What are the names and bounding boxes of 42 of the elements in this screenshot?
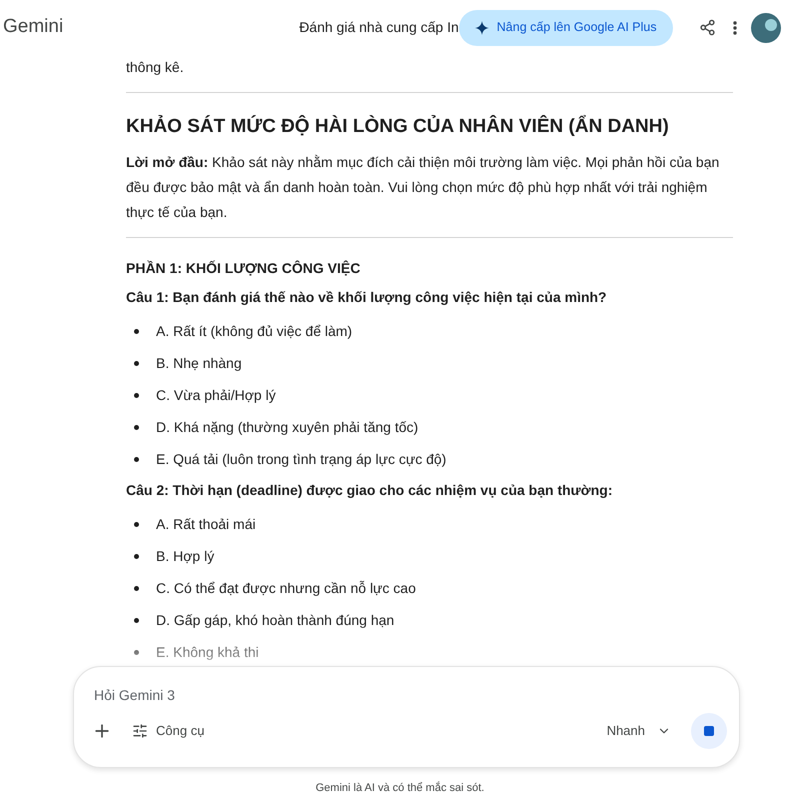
sliders-icon: [132, 723, 148, 739]
bullet-icon: [134, 457, 139, 462]
bullet-icon: [134, 554, 139, 559]
bullet-icon: [134, 522, 139, 527]
bullet-icon: [134, 361, 139, 366]
option-text: B. Hợp lý: [156, 547, 214, 566]
option-text: A. Rất ít (không đủ việc để làm): [156, 322, 352, 341]
bullet-icon: [134, 329, 139, 334]
option-text: A. Rất thoải mái: [156, 515, 256, 534]
more-options-button[interactable]: [732, 20, 737, 34]
bullet-icon: [134, 650, 139, 655]
paragraph: thông kê.: [126, 58, 185, 77]
bullet-icon: [134, 393, 139, 398]
share-button[interactable]: [698, 19, 716, 36]
app-name: Gemini: [3, 15, 64, 40]
prompt-field[interactable]: Hỏi Gemini 3: [94, 685, 394, 706]
bullet-icon: [134, 425, 139, 430]
mode-selector[interactable]: Nhanh: [606, 721, 671, 741]
question-text: Câu 1: Bạn đánh giá thế nào về khối lượng công việc hiện tại của mình?: [126, 288, 608, 307]
sparkle-icon: [474, 20, 489, 34]
stop-icon: [704, 726, 714, 736]
option-text: E. Quá tải (luôn trong tình trạng áp lực cực độ): [156, 450, 446, 469]
stop-button[interactable]: [691, 713, 727, 749]
paragraph: Lời mở đầu: Khảo sát này nhằm mục đích cải thiện môi trường làm việc. Mọi phản hồi của bạn đều được bảo mật và ẩn danh hoàn toàn. Vui lòng chọn mức độ phù hợp nhất với trải nghiệm thực tế của bạn.: [126, 152, 720, 222]
option-text: C. Vừa phải/Hợp lý: [156, 386, 276, 405]
avatar[interactable]: [750, 12, 781, 42]
option-text: D. Khá nặng (thường xuyên phải tăng tốc): [156, 418, 418, 437]
tools-button[interactable]: Công cụ: [132, 721, 204, 741]
more-icon: [732, 20, 737, 34]
disclaimer-text: Gemini là AI và có thể mắc sai sót.: [316, 780, 484, 796]
section-heading: PHẦN 1: KHỐI LƯỢNG CÔNG VIỆC: [126, 258, 362, 278]
option-text: E. Không khả thi: [156, 643, 259, 662]
option-text: D. Gấp gáp, khó hoàn thành đúng hạn: [156, 611, 394, 630]
chat-title: Đánh giá nhà cung cấp In: [299, 18, 459, 37]
option-text: B. Nhẹ nhàng: [156, 354, 242, 373]
bullet-icon: [134, 618, 139, 623]
survey-heading: KHẢO SÁT MỨC ĐỘ HÀI LÒNG CỦA NHÂN VIÊN (ẨN DANH): [126, 114, 670, 139]
option-text: C. Có thể đạt được nhưng cần nỗ lực cao: [156, 579, 416, 598]
share-icon: [698, 19, 716, 36]
bullet-icon: [134, 586, 139, 591]
upgrade-button[interactable]: Nâng cấp lên Google AI Plus: [458, 10, 673, 46]
question-text: Câu 2: Thời hạn (deadline) được giao cho các nhiệm vụ của bạn thường:: [126, 480, 614, 500]
